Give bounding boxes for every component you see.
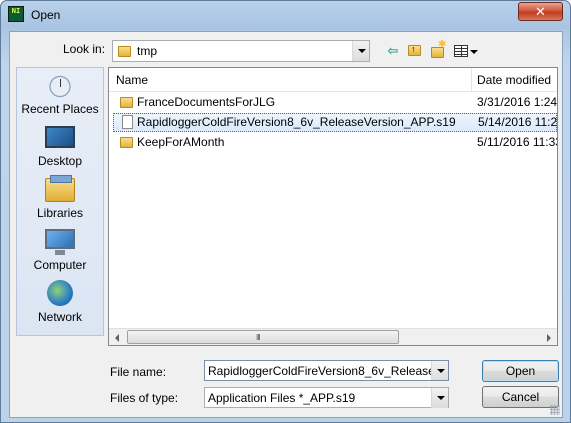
open-dialog-window: NI Open ✕ Look in: tmp ⇦ ↑ ✱ Recent Plac… [0,0,571,423]
sparkle-icon: ✱ [438,39,447,50]
folder-icon [118,46,131,57]
file-date: 3/31/2016 1:24 A [477,95,558,109]
look-in-dropdown[interactable]: tmp [112,40,370,62]
resize-grip-icon[interactable] [550,405,560,415]
computer-icon [45,229,75,255]
file-name: RapidloggerColdFireVersion8_6v_ReleaseVe… [137,115,456,129]
folder-icon [120,97,133,108]
cancel-button[interactable]: Cancel [482,386,559,408]
window-title: Open [31,8,61,22]
chevron-down-icon[interactable] [431,388,448,408]
file-date: 5/11/2016 11:33 [477,135,558,149]
desktop-icon [45,126,75,148]
list-item-selected[interactable]: RapidloggerColdFireVersion8_6v_ReleaseVe… [113,113,557,132]
column-header-date-modified[interactable]: Date modified [473,68,557,92]
dialog-client-area: Look in: tmp ⇦ ↑ ✱ Recent Places Desktop… [9,31,563,418]
place-network[interactable]: Network [17,278,103,328]
chevron-down-icon[interactable] [431,361,448,380]
folder-icon [120,137,133,148]
place-libraries[interactable]: Libraries [17,174,103,224]
places-bar: Recent Places Desktop Libraries Computer… [16,67,104,336]
up-arrow-icon: ↑ [411,44,416,54]
file-name-input[interactable]: RapidloggerColdFireVersion8_6v_ReleaseVe… [204,360,449,381]
scroll-right-icon[interactable] [540,329,557,345]
libraries-icon [45,175,75,202]
place-label: Network [37,310,82,324]
place-recent-places[interactable]: Recent Places [17,70,103,120]
scrollbar-thumb[interactable]: III [127,330,399,344]
network-icon [47,280,73,306]
place-label: Desktop [37,154,83,168]
files-of-type-label: Files of type: [110,391,179,405]
file-name: FranceDocumentsForJLG [137,95,276,109]
scroll-left-icon[interactable] [109,329,126,345]
look-in-label: Look in: [63,42,106,56]
files-of-type-value: Application Files *_APP.s19 [208,391,356,405]
details-view-icon [454,45,468,57]
file-list[interactable]: Name Date modified FranceDocumentsForJLG… [108,67,558,346]
files-of-type-dropdown[interactable]: Application Files *_APP.s19 [204,387,449,408]
place-label: Computer [33,258,87,272]
file-name: KeepForAMonth [137,135,225,149]
chevron-down-icon [470,50,478,54]
file-icon [122,115,133,129]
recent-places-icon [45,70,75,100]
title-bar[interactable]: NI Open ✕ [1,1,570,29]
up-one-level-icon[interactable]: ↑ [406,42,424,60]
close-icon: ✕ [535,4,546,19]
place-label: Recent Places [21,102,99,116]
new-folder-icon[interactable]: ✱ [429,39,447,60]
place-label: Libraries [36,206,84,220]
column-header-row: Name Date modified [109,68,557,92]
place-computer[interactable]: Computer [17,226,103,276]
list-item[interactable]: FranceDocumentsForJLG 3/31/2016 1:24 A [113,93,557,112]
list-item[interactable]: KeepForAMonth 5/11/2016 11:33 [113,133,557,152]
look-in-value: tmp [137,44,158,58]
file-name-value: RapidloggerColdFireVersion8_6v_ReleaseVe… [208,364,432,378]
chevron-down-icon[interactable] [352,41,369,61]
horizontal-scrollbar[interactable]: III [109,328,557,345]
back-arrow-icon[interactable]: ⇦ [384,42,402,60]
view-menu-icon[interactable] [453,42,479,60]
column-header-name[interactable]: Name [109,68,472,92]
open-button[interactable]: Open [482,360,559,382]
scroll-grip: III [256,333,261,342]
close-button[interactable]: ✕ [518,2,563,21]
place-desktop[interactable]: Desktop [17,122,103,172]
app-icon: NI [8,6,24,22]
file-name-label: File name: [110,365,167,379]
file-date: 5/14/2016 11:20 [478,115,558,129]
